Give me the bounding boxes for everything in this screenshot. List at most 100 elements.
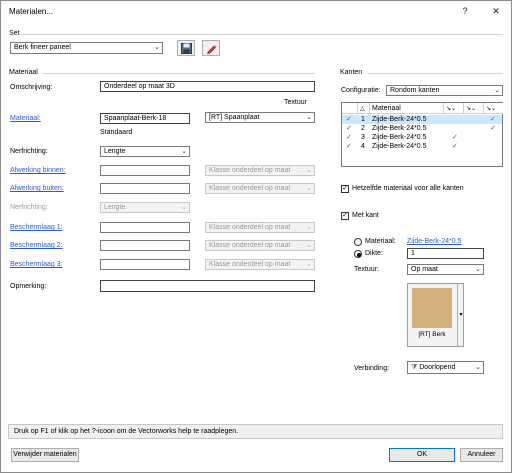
verbinding-select[interactable]: ⧩ Doorlopend ⌄ [407, 361, 484, 374]
swatch-dropdown-icon[interactable]: ▾ [457, 284, 464, 346]
materiaal-radio[interactable] [354, 238, 362, 246]
beschermlaag1-input[interactable] [100, 222, 190, 233]
nerfrichting-select[interactable]: Lengte ⌄ [100, 146, 190, 157]
afwerking-binnen-select-value: Klasse onderdeel op maat [209, 167, 291, 174]
configuratie-select-value: Rondom kanten [390, 87, 440, 94]
beschermlaag3-select[interactable]: Klasse onderdeel op maat ⌄ [205, 259, 315, 270]
table-header-check[interactable] [342, 103, 358, 114]
table-row[interactable]: ✓ 3 Zijde-Berk-24*0.5 ✓ [342, 133, 502, 142]
row-materiaal: Zijde-Berk-24*0.5 [372, 116, 427, 123]
configuratie-select[interactable]: Rondom kanten ⌄ [386, 85, 503, 96]
row-number: 3 [361, 134, 365, 141]
set-select[interactable]: Berk fineer paneel ⌄ [10, 42, 163, 54]
textuur-label: Textuur: [354, 266, 379, 273]
chevron-down-icon: ⌄ [154, 44, 160, 51]
nerfrichting2-label: Nerfrichting: [10, 204, 48, 211]
nerfrichting2-select-value: Lengte [104, 204, 126, 211]
beschermlaag3-input[interactable] [100, 259, 190, 270]
met-kant-checkbox[interactable]: ✓ [341, 212, 349, 220]
row-number: 1 [361, 116, 365, 123]
beschermlaag1-select[interactable]: Klasse onderdeel op maat ⌄ [205, 222, 315, 233]
beschermlaag2-input[interactable] [100, 240, 190, 251]
help-button[interactable]: ? [455, 4, 475, 18]
check-icon: ✓ [346, 125, 352, 132]
table-header-textuur[interactable]: ↘⌄ [444, 103, 464, 114]
annuleer-button[interactable]: Annuleer [460, 448, 503, 462]
textuur-column-header: Textuur [284, 99, 307, 106]
hetzelfde-label: Hetzelfde materiaal voor alle kanten [352, 185, 464, 192]
met-kant-label: Met kant [352, 212, 379, 219]
swatch-label: [RT] Berk [418, 331, 446, 338]
beschermlaag2-link[interactable]: Beschermlaag 2: [10, 242, 63, 249]
check-icon: ✓ [490, 125, 496, 132]
afwerking-binnen-link[interactable]: Afwerking binnen: [10, 167, 66, 174]
verwijder-materialen-button[interactable]: Verwijder materialen [11, 448, 79, 462]
window-title: Materialen... [9, 7, 54, 16]
set-group-label: Set [9, 30, 20, 37]
beschermlaag3-link[interactable]: Beschermlaag 3: [10, 261, 63, 268]
row-number: 4 [361, 143, 365, 150]
check-icon: ✓ [346, 116, 352, 123]
afwerking-binnen-input[interactable] [100, 165, 190, 176]
beschermlaag2-select[interactable]: Klasse onderdeel op maat ⌄ [205, 240, 315, 251]
chevron-down-icon: ⌄ [475, 266, 481, 273]
omschrijving-label: Omschrijving: [10, 84, 53, 91]
materiaal-link[interactable]: Materiaal: [10, 115, 41, 122]
kanten-table[interactable]: △ Materiaal ↘⌄ ↘⌄ ↘⌄ ✓ 1 Zijde-Berk-24*0… [341, 102, 503, 167]
edge-angle-icon: ↘⌄ [486, 106, 497, 112]
save-set-button[interactable] [177, 40, 195, 56]
beschermlaag1-select-value: Klasse onderdeel op maat [209, 224, 291, 231]
afwerking-binnen-select[interactable]: Klasse onderdeel op maat ⌄ [205, 165, 315, 176]
chevron-down-icon: ⌄ [306, 167, 312, 174]
textuur-select[interactable]: [RT] Spaanplaat ⌄ [205, 112, 315, 123]
textuur-select-value: [RT] Spaanplaat [209, 114, 260, 121]
opmerking-input[interactable] [100, 280, 315, 292]
set-select-value: Berk fineer paneel [14, 44, 71, 51]
chevron-down-icon: ⌄ [306, 114, 312, 121]
pencil-icon [206, 44, 216, 54]
omschrijving-input[interactable]: Onderdeel op maat 3D [100, 81, 315, 92]
set-divider [21, 34, 503, 35]
texture-swatch-button[interactable]: [RT] Berk ▾ [407, 283, 464, 347]
kant-textuur-select-value: Op maat [411, 266, 438, 273]
table-row[interactable]: ✓ 4 Zijde-Berk-24*0.5 ✓ [342, 142, 502, 151]
nerfrichting-select-value: Lengte [104, 148, 126, 155]
check-icon: ✓ [490, 116, 496, 123]
kanten-group-label: Kanten [340, 69, 363, 76]
edge-direction-icon: ↘⌄ [446, 106, 457, 112]
afwerking-buiten-select-value: Klasse onderdeel op maat [209, 185, 291, 192]
hetzelfde-checkbox[interactable]: ✓ [341, 185, 349, 193]
ok-button[interactable]: OK [389, 448, 455, 462]
edit-set-button[interactable] [202, 40, 220, 56]
nerfrichting2-select[interactable]: Lengte ⌄ [100, 202, 190, 213]
table-header-nerf[interactable]: ↘⌄ [464, 103, 484, 114]
check-icon: ✓ [346, 134, 352, 141]
beschermlaag2-select-value: Klasse onderdeel op maat [209, 242, 291, 249]
dikte-radio[interactable] [354, 250, 362, 258]
kant-textuur-select[interactable]: Op maat ⌄ [407, 264, 484, 275]
chevron-down-icon: ⌄ [306, 224, 312, 231]
materiaal-input[interactable]: Spaanplaat-Berk-18 [100, 113, 190, 124]
verbinding-label: Verbinding: [354, 365, 390, 372]
floppy-disk-icon [180, 42, 192, 54]
miter-join-icon: ⧩ [411, 364, 420, 371]
status-text: Druk op F1 of klik op het ?-icoon om de … [14, 428, 239, 435]
chevron-down-icon: ⌄ [181, 204, 187, 211]
kanten-divider [367, 73, 503, 74]
table-header-sort[interactable]: △ [358, 103, 370, 114]
table-header-extra[interactable]: ↘⌄ [484, 103, 503, 114]
afwerking-buiten-input[interactable] [100, 183, 190, 194]
standaard-label: Standaard [100, 129, 133, 136]
nerfrichting-label: Nerfrichting: [10, 148, 48, 155]
table-row[interactable]: ✓ 1 Zijde-Berk-24*0.5 ✓ [342, 115, 502, 124]
afwerking-buiten-select[interactable]: Klasse onderdeel op maat ⌄ [205, 183, 315, 194]
materiaal-group-label: Materiaal [9, 69, 38, 76]
chevron-down-icon: ⌄ [494, 87, 500, 94]
beschermlaag1-link[interactable]: Beschermlaag 1: [10, 224, 63, 231]
table-row[interactable]: ✓ 2 Zijde-Berk-24*0.5 ✓ [342, 124, 502, 133]
kant-materiaal-link[interactable]: Zijde-Berk-24*0.5 [407, 238, 461, 245]
table-header-materiaal[interactable]: Materiaal [370, 103, 444, 114]
close-button[interactable]: ✕ [486, 4, 506, 18]
dikte-input[interactable]: 1 [407, 248, 484, 259]
afwerking-buiten-link[interactable]: Afwerking buiten: [10, 185, 64, 192]
